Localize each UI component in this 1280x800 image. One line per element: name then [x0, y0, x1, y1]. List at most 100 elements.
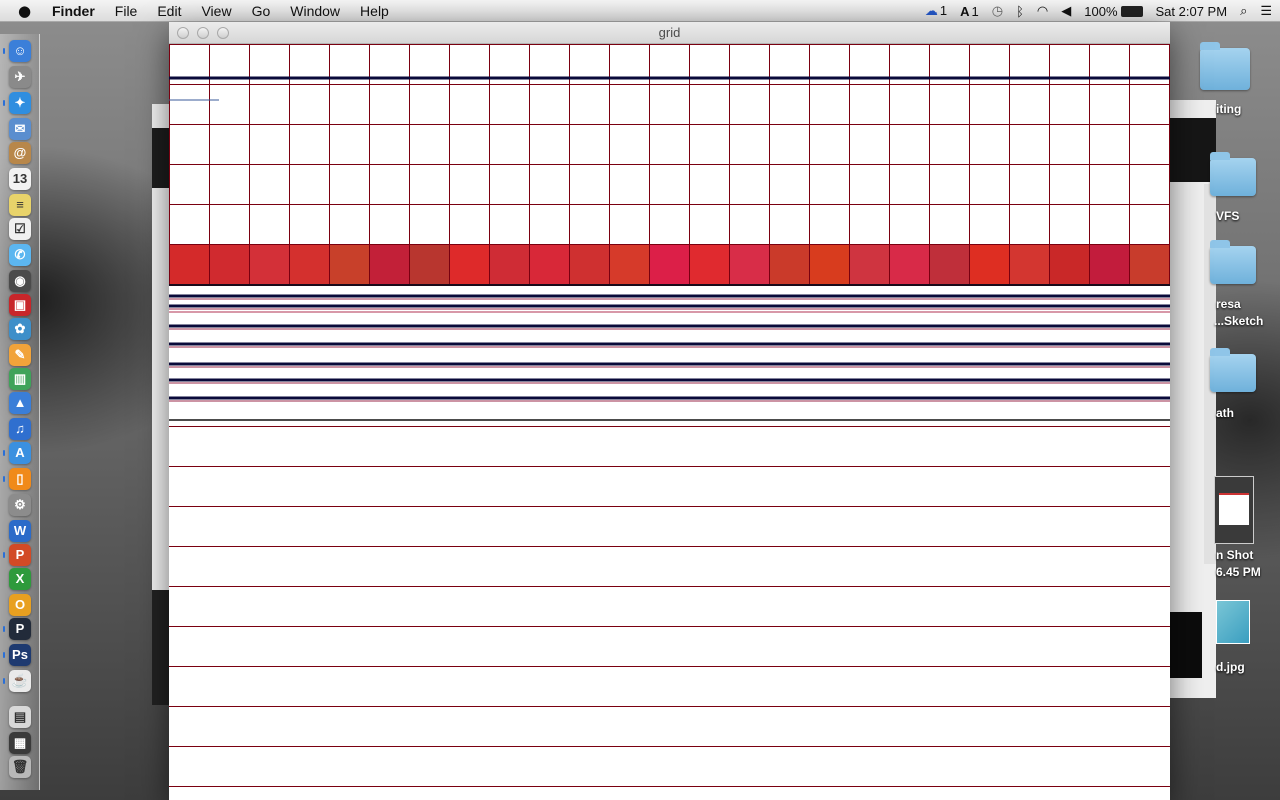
facetime-icon[interactable]: ◉	[9, 270, 31, 292]
running-indicator	[3, 100, 5, 106]
menu-help[interactable]: Help	[360, 3, 389, 19]
calendar-icon[interactable]: 13	[9, 168, 31, 190]
reminders-icon[interactable]: ☑	[9, 218, 31, 240]
red-cell	[849, 244, 889, 284]
red-cell	[289, 244, 329, 284]
contacts-icon[interactable]: @	[9, 142, 31, 164]
itunes-icon[interactable]: ♫	[9, 418, 31, 440]
time-machine-icon[interactable]: ◷	[992, 3, 1003, 19]
running-indicator	[3, 652, 5, 658]
adobe-icon: A	[960, 3, 970, 19]
desktop-file-label[interactable]: n Shot	[1216, 548, 1280, 562]
keynote-icon[interactable]: ▲	[9, 392, 31, 414]
powerpoint-icon[interactable]: P	[9, 544, 31, 566]
battery-percent[interactable]: 100%	[1084, 4, 1117, 19]
apple-icon[interactable]: ●	[18, 2, 38, 20]
window-titlebar[interactable]: grid	[169, 22, 1170, 44]
red-cell	[329, 244, 369, 284]
processing-icon[interactable]: P	[9, 618, 31, 640]
running-indicator	[3, 626, 5, 632]
menu-view[interactable]: View	[201, 3, 231, 19]
creative-cloud-status[interactable]: ☁ 1	[925, 3, 947, 19]
mail-icon[interactable]: ✉	[9, 118, 31, 140]
desktop-file-label[interactable]: ...Sketch	[1214, 314, 1280, 328]
outlook-icon[interactable]: O	[9, 594, 31, 616]
safari-icon[interactable]: ✦	[9, 92, 31, 114]
folder-icon[interactable]	[1210, 152, 1256, 196]
desktop-file-label[interactable]: d.jpg	[1216, 660, 1280, 674]
grid-window: grid	[169, 22, 1170, 800]
running-indicator	[3, 678, 5, 684]
pages-icon[interactable]: ✎	[9, 344, 31, 366]
red-cell	[409, 244, 449, 284]
battery-icon[interactable]	[1120, 5, 1143, 17]
red-cell	[729, 244, 769, 284]
trash-icon[interactable]: 🗑	[9, 756, 31, 778]
background-window-right-dark	[1168, 118, 1216, 182]
messages-icon[interactable]: ✆	[9, 244, 31, 266]
appstore-icon[interactable]: A	[9, 442, 31, 464]
wifi-icon[interactable]: ◠	[1037, 3, 1048, 19]
red-cell	[689, 244, 729, 284]
folder-icon[interactable]	[1200, 42, 1250, 90]
red-cell	[889, 244, 929, 284]
finder-icon[interactable]: ☺	[9, 40, 31, 62]
dock: ☺ ✈ ✦ ✉ @13 ≡ ☑ ✆ ◉ ▣ ✿ ✎ ▥ ▲ ♫ A ▯ ⚙ W P X O P Ps ☕ ▤ ▦ 🗑	[0, 34, 40, 790]
running-indicator	[3, 48, 5, 54]
red-cell	[209, 244, 249, 284]
screenshot-thumbnail[interactable]	[1214, 476, 1254, 544]
imagecapture-icon[interactable]: ▦	[9, 732, 31, 754]
red-cell	[529, 244, 569, 284]
desktop-file-label[interactable]: ath	[1216, 406, 1280, 420]
running-indicator	[3, 476, 5, 482]
notes-icon[interactable]: ≡	[9, 194, 31, 216]
red-cell	[1089, 244, 1129, 284]
red-cell	[609, 244, 649, 284]
red-cell	[929, 244, 969, 284]
window-title: grid	[658, 25, 681, 40]
photoshop-icon[interactable]: Ps	[9, 644, 31, 666]
adobe-status[interactable]: A1	[960, 4, 979, 19]
adobe-count: 1	[971, 3, 979, 19]
red-cell	[489, 244, 529, 284]
menu-edit[interactable]: Edit	[157, 3, 181, 19]
red-cell	[569, 244, 609, 284]
red-cell	[1129, 244, 1169, 284]
volume-icon[interactable]: ◀	[1061, 3, 1071, 19]
desktop-file-label[interactable]: resa	[1216, 297, 1280, 311]
folder-icon[interactable]	[1210, 348, 1256, 392]
bluetooth-icon[interactable]: ᛒ	[1016, 4, 1024, 19]
menu-file[interactable]: File	[115, 3, 138, 19]
spotlight-search-icon[interactable]: ⌕	[1240, 3, 1247, 19]
ibooks-icon[interactable]: ▯	[9, 468, 31, 490]
launchpad-icon[interactable]: ✈	[9, 66, 31, 88]
red-cell	[249, 244, 289, 284]
desktop-file-label[interactable]: 6.45 PM	[1216, 565, 1280, 579]
red-cell	[169, 244, 209, 284]
preview-icon[interactable]: ▤	[9, 706, 31, 728]
creative-cloud-count: 1	[939, 3, 948, 18]
excel-icon[interactable]: X	[9, 568, 31, 590]
folder-icon[interactable]	[1210, 240, 1256, 284]
notification-center-icon[interactable]: ☰	[1260, 3, 1272, 19]
systemprefs-icon[interactable]: ⚙	[9, 494, 31, 516]
red-cell	[969, 244, 1009, 284]
red-cell	[449, 244, 489, 284]
clock[interactable]: Sat 2:07 PM	[1156, 4, 1228, 19]
java-icon[interactable]: ☕	[9, 670, 31, 692]
image-file-thumbnail[interactable]	[1216, 600, 1250, 644]
canvas-background	[169, 44, 1170, 800]
menu-window[interactable]: Window	[290, 3, 340, 19]
grid-canvas[interactable]	[169, 44, 1170, 800]
desktop-file-label[interactable]: iting	[1216, 102, 1280, 116]
creative-cloud-icon: ☁	[924, 3, 938, 18]
menu-bar: ● Finder File Edit View Go Window Help ☁…	[0, 0, 1280, 22]
screenshot-preview	[1219, 493, 1249, 525]
photobooth-icon[interactable]: ▣	[9, 294, 31, 316]
menu-go[interactable]: Go	[252, 3, 271, 19]
iphoto-icon[interactable]: ✿	[9, 318, 31, 340]
numbers-icon[interactable]: ▥	[9, 368, 31, 390]
desktop-file-label[interactable]: VFS	[1216, 209, 1280, 223]
menu-app-finder[interactable]: Finder	[52, 3, 95, 19]
word-icon[interactable]: W	[9, 520, 31, 542]
